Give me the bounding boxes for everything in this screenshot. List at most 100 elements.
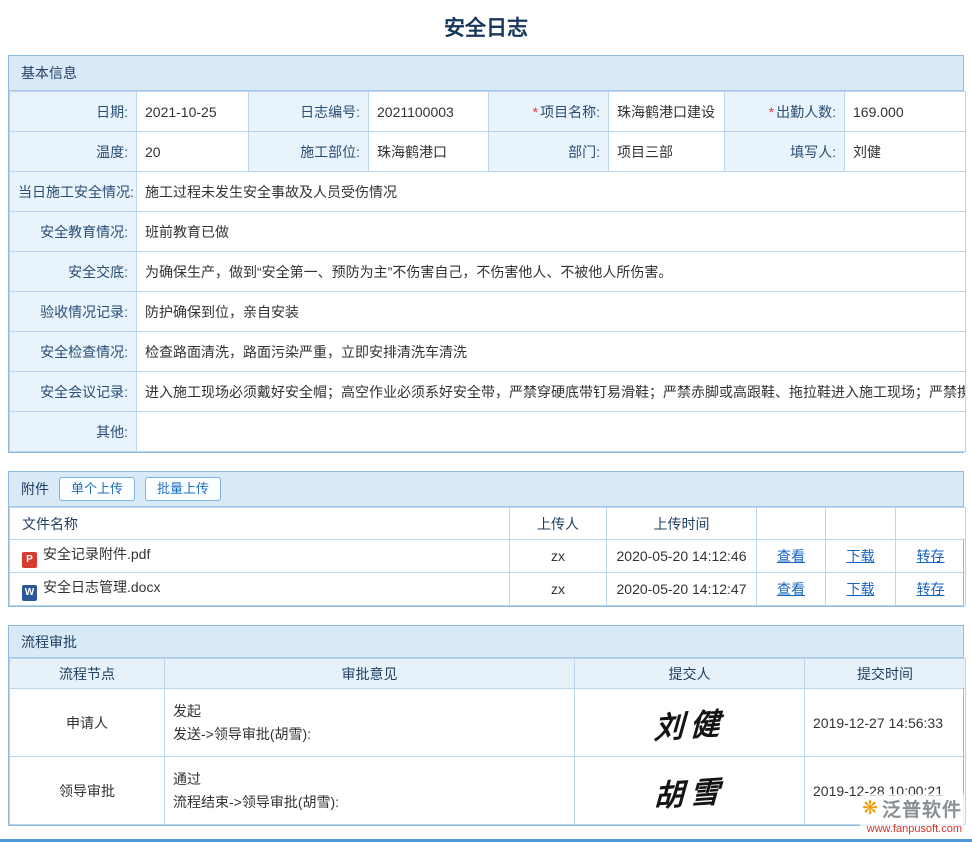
file-name-cell: W安全日志管理.docx: [10, 573, 510, 606]
attachments-section: 附件 单个上传 批量上传 文件名称 上传人 上传时间 P 安全记录附件.pdf z…: [8, 471, 964, 607]
basic-info-section-title: 基本信息: [21, 63, 77, 83]
download-link[interactable]: 下载: [847, 548, 875, 564]
basic-info-text-row: 安全会议记录: 进入施工现场必须戴好安全帽；高空作业必须系好安全带，严禁穿硬底带…: [10, 372, 966, 412]
field-label-date-text: 日期:: [96, 104, 128, 120]
approval-section-title: 流程审批: [21, 632, 77, 652]
signature-cell: 刘健: [575, 689, 805, 757]
opinion-column-header: 审批意见: [165, 659, 575, 689]
basic-info-section: 基本信息 日期: 2021-10-25 日志编号: 2021100003 *项目…: [8, 55, 964, 453]
opinion-route-text: 流程结束->领导审批(胡雪):: [173, 791, 566, 814]
field-value-writer: 刘健: [845, 132, 966, 172]
field-label-construction-part-text: 施工部位:: [300, 144, 360, 160]
file-name-column-header: 文件名称: [10, 508, 510, 540]
action-column-header-empty: [757, 508, 826, 540]
approval-table: 流程节点 审批意见 提交人 提交时间 申请人 发起 发送->领导审批(胡雪): …: [9, 658, 966, 825]
basic-info-table: 日期: 2021-10-25 日志编号: 2021100003 *项目名称: 珠…: [9, 91, 966, 452]
approval-row: 领导审批 通过 流程结束->领导审批(胡雪): 胡雪 2019-12-28 10…: [10, 757, 966, 825]
field-label-construction-part: 施工部位:: [249, 132, 369, 172]
attachments-section-header: 附件 单个上传 批量上传: [9, 472, 963, 507]
submit-time-cell: 2019-12-27 14:56:33: [805, 689, 966, 757]
view-link[interactable]: 查看: [777, 581, 805, 597]
approval-section-header: 流程审批: [9, 626, 963, 658]
opinion-route-text: 发送->领导审批(胡雪):: [173, 723, 566, 746]
node-cell: 领导审批: [10, 757, 165, 825]
submit-time-column-header: 提交时间: [805, 659, 966, 689]
field-label-temperature-text: 温度:: [96, 144, 128, 160]
word-file-icon: W: [22, 585, 37, 601]
field-value-acceptance-record: 防护确保到位，亲自安装: [137, 292, 966, 332]
required-asterisk: *: [533, 104, 538, 120]
pdf-file-icon: P: [22, 552, 37, 568]
basic-info-text-row: 验收情况记录: 防护确保到位，亲自安装: [10, 292, 966, 332]
approval-header-row: 流程节点 审批意见 提交人 提交时间: [10, 659, 966, 689]
download-link[interactable]: 下载: [847, 581, 875, 597]
page-title: 安全日志: [0, 0, 972, 55]
attachments-header-row: 文件名称 上传人 上传时间: [10, 508, 966, 540]
submitter-signature: 胡雪: [653, 766, 726, 815]
submitter-column-header: 提交人: [575, 659, 805, 689]
required-asterisk: *: [769, 104, 774, 120]
field-label-temperature: 温度:: [10, 132, 137, 172]
field-value-safety-meeting: 进入施工现场必须戴好安全帽；高空作业必须系好安全带，严禁穿硬底带钉易滑鞋；严禁赤…: [137, 372, 966, 412]
field-label-writer-text: 填写人:: [790, 144, 836, 160]
field-value-safety-inspection: 检查路面清洗，路面污染严重，立即安排清洗车清洗: [137, 332, 966, 372]
node-cell: 申请人: [10, 689, 165, 757]
approval-row: 申请人 发起 发送->领导审批(胡雪): 刘健 2019-12-27 14:56…: [10, 689, 966, 757]
file-name-text: 安全记录附件.pdf: [43, 546, 150, 562]
field-value-safety-education: 班前教育已做: [137, 212, 966, 252]
upload-time-column-header: 上传时间: [607, 508, 757, 540]
field-value-safety-disclosure: 为确保生产，做到“安全第一、预防为主”不伤害自己，不伤害他人、不被他人所伤害。: [137, 252, 966, 292]
fanpu-logo: ❋ 泛普软件 www.fanpusoft.com: [860, 794, 964, 836]
field-label-acceptance-record: 验收情况记录:: [10, 292, 137, 332]
upload-time-cell: 2020-05-20 14:12:47: [607, 573, 757, 606]
field-label-safety-education: 安全教育情况:: [10, 212, 137, 252]
file-name-cell: P 安全记录附件.pdf: [10, 540, 510, 573]
field-label-safety-disclosure: 安全交底:: [10, 252, 137, 292]
transfer-link[interactable]: 转存: [917, 581, 945, 597]
field-value-date: 2021-10-25: [137, 92, 249, 132]
field-label-safety-inspection: 安全检查情况:: [10, 332, 137, 372]
attachment-row: P安全记录附件.pdf zx 2020-05-20 14:12:46 查看 下载…: [10, 540, 966, 573]
opinion-cell: 发起 发送->领导审批(胡雪):: [165, 689, 575, 757]
signature-cell: 胡雪: [575, 757, 805, 825]
fanpu-brand-text: 泛普软件: [882, 795, 962, 822]
field-value-project-name: 珠海鹤港口建设: [609, 92, 725, 132]
approval-section: 流程审批 流程节点 审批意见 提交人 提交时间 申请人 发起 发送->领导审批(…: [8, 625, 964, 826]
view-link[interactable]: 查看: [777, 548, 805, 564]
basic-info-text-row: 安全教育情况: 班前教育已做: [10, 212, 966, 252]
field-label-date: 日期:: [10, 92, 137, 132]
uploader-column-header: 上传人: [510, 508, 607, 540]
uploader-cell: zx: [510, 540, 607, 573]
basic-info-section-header: 基本信息: [9, 56, 963, 91]
batch-upload-button[interactable]: 批量上传: [145, 477, 221, 501]
action-column-header-empty: [896, 508, 966, 540]
field-label-department-text: 部门:: [568, 144, 600, 160]
basic-info-text-row: 其他:: [10, 412, 966, 452]
basic-info-text-row: 当日施工安全情况: 施工过程未发生安全事故及人员受伤情况: [10, 172, 966, 212]
attachment-row: W安全日志管理.docx zx 2020-05-20 14:12:47 查看 下…: [10, 573, 966, 606]
opinion-action-text: 通过: [173, 768, 566, 791]
field-label-attendance-text: 出勤人数:: [776, 104, 836, 120]
field-label-safety-meeting: 安全会议记录:: [10, 372, 137, 412]
fanpu-url: www.fanpusoft.com: [862, 823, 962, 835]
field-label-log-number-text: 日志编号:: [300, 104, 360, 120]
field-value-other: [137, 412, 966, 452]
field-label-project-name-text: 项目名称:: [540, 104, 600, 120]
opinion-cell: 通过 流程结束->领导审批(胡雪):: [165, 757, 575, 825]
uploader-cell: zx: [510, 573, 607, 606]
attachments-table: 文件名称 上传人 上传时间 P 安全记录附件.pdf zx 2020-05-20 …: [9, 507, 966, 606]
field-label-department: 部门:: [489, 132, 609, 172]
submitter-signature: 刘健: [653, 698, 726, 747]
node-column-header: 流程节点: [10, 659, 165, 689]
basic-info-row-1: 日期: 2021-10-25 日志编号: 2021100003 *项目名称: 珠…: [10, 92, 966, 132]
field-label-writer: 填写人:: [725, 132, 845, 172]
field-label-other: 其他:: [10, 412, 137, 452]
single-upload-button[interactable]: 单个上传: [59, 477, 135, 501]
field-value-daily-safety-status: 施工过程未发生安全事故及人员受伤情况: [137, 172, 966, 212]
opinion-action-text: 发起: [173, 700, 566, 723]
field-value-department: 项目三部: [609, 132, 725, 172]
field-value-construction-part: 珠海鹤港口: [369, 132, 489, 172]
basic-info-text-row: 安全交底: 为确保生产，做到“安全第一、预防为主”不伤害自己，不伤害他人、不被他…: [10, 252, 966, 292]
transfer-link[interactable]: 转存: [917, 548, 945, 564]
field-value-attendance: 169.000: [845, 92, 966, 132]
